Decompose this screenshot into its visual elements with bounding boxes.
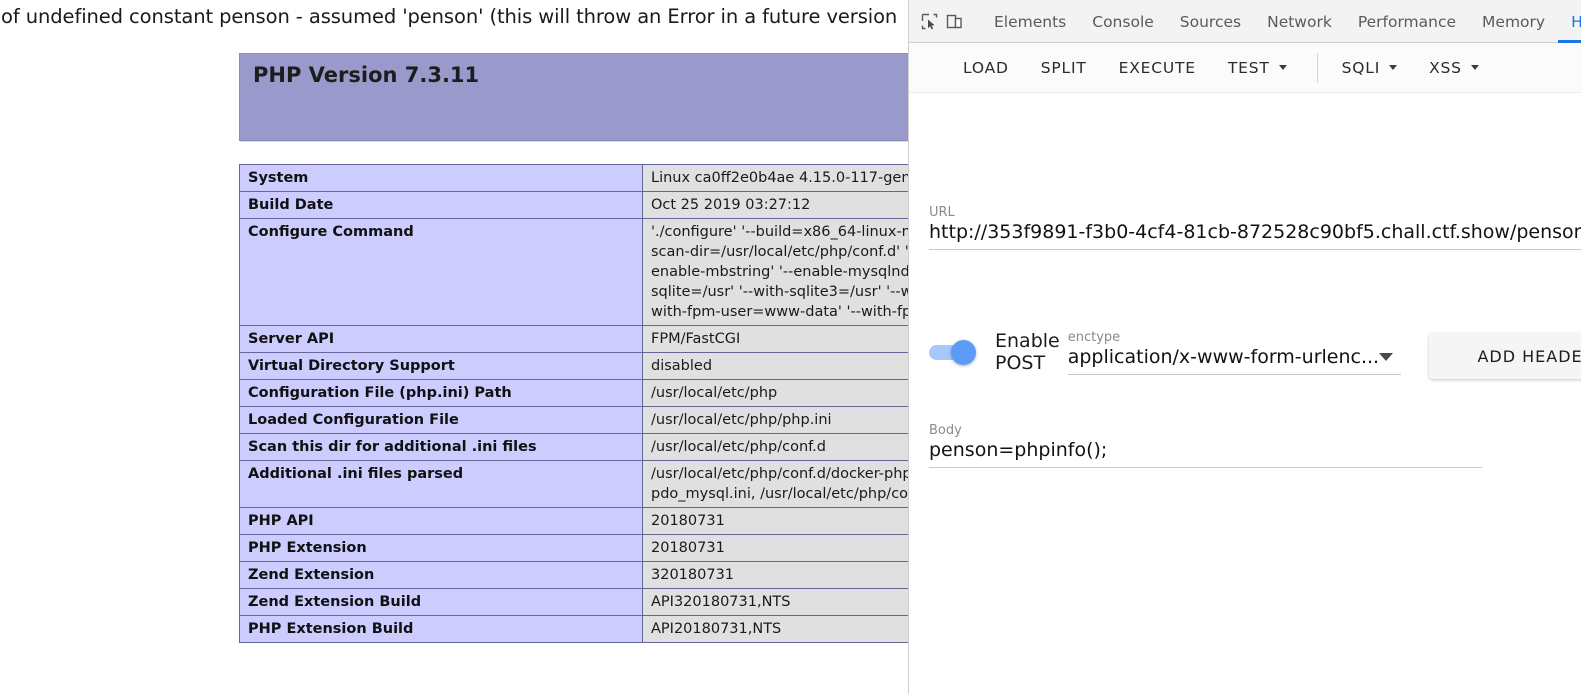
table-cell-value: 320180731	[642, 561, 908, 589]
browser-page-content: se of undefined constant penson - assume…	[0, 0, 908, 694]
table-cell-key: Server API	[239, 325, 643, 353]
hackbar-toolbar: LOAD SPLIT EXECUTE TEST SQLI XSS	[909, 43, 1581, 93]
tab-sources[interactable]: Sources	[1167, 0, 1254, 43]
chevron-down-icon	[1379, 352, 1394, 361]
chevron-down-icon	[1278, 65, 1287, 70]
table-row: Scan this dir for additional .ini files /…	[239, 433, 908, 461]
hackbar-execute-label: EXECUTE	[1118, 58, 1196, 77]
tab-performance[interactable]: Performance	[1345, 0, 1469, 43]
add-header-button[interactable]: ADD HEADER	[1429, 333, 1581, 379]
table-cell-value: /usr/local/etc/php/php.ini	[642, 406, 908, 434]
enctype-field-group: enctype application/x-www-form-urlenc...	[1067, 329, 1402, 375]
table-cell-key: Zend Extension Build	[239, 588, 643, 616]
hackbar-load-label: LOAD	[963, 58, 1009, 77]
url-input[interactable]: http://353f9891-f3b0-4cf4-81cb-872528c90…	[929, 221, 1581, 249]
table-cell-value: Linux ca0ff2e0b4ae 4.15.0-117-generic	[642, 164, 908, 192]
table-cell-value: FPM/FastCGI	[642, 325, 908, 353]
table-cell-key: Virtual Directory Support	[239, 352, 643, 380]
php-version-title: PHP Version 7.3.11	[253, 63, 480, 87]
devtools-tabbar: Elements Console Sources Network Performance…	[909, 0, 1581, 43]
table-cell-value: 20180731	[642, 507, 908, 535]
enctype-selected-value: application/x-www-form-urlenc...	[1067, 345, 1380, 368]
table-row: Build Date Oct 25 2019 03:27:12	[239, 191, 908, 219]
table-row: Loaded Configuration File/usr/local/etc/…	[239, 406, 908, 434]
enctype-field-underline	[1067, 373, 1402, 375]
screen-root: se of undefined constant penson - assume…	[0, 0, 1581, 694]
php-version-banner: PHP Version 7.3.11	[239, 53, 908, 141]
table-cell-key: Loaded Configuration File	[239, 406, 643, 434]
table-row: Zend Extension 320180731	[239, 561, 908, 589]
table-row: Zend Extension Build API320180731,NTS	[239, 588, 908, 616]
devtools-panel: Elements Console Sources Network Performance…	[908, 0, 1581, 694]
enctype-select[interactable]: application/x-www-form-urlenc...	[1068, 346, 1401, 374]
table-cell-value: 20180731	[642, 534, 908, 562]
toggle-thumb	[951, 340, 976, 365]
enable-post-toggle[interactable]	[929, 337, 981, 367]
table-row: PHP Extension Build API20180731,NTS	[239, 615, 908, 643]
table-cell-value: Oct 25 2019 03:27:12	[642, 191, 908, 219]
table-cell-key: Configure Command	[239, 218, 643, 326]
table-cell-key: Build Date	[239, 191, 643, 219]
table-cell-value: /usr/local/etc/php	[642, 379, 908, 407]
chevron-down-icon	[1389, 65, 1398, 70]
table-cell-key: PHP API	[239, 507, 643, 535]
chevron-down-icon	[1470, 65, 1479, 70]
tab-console[interactable]: Console	[1079, 0, 1167, 43]
table-cell-value: disabled	[642, 352, 908, 380]
body-field-label: Body	[929, 423, 962, 438]
hackbar-test-label: TEST	[1227, 58, 1270, 77]
table-row: Server API FPM/FastCGI	[239, 325, 908, 353]
tab-elements[interactable]: Elements	[981, 0, 1079, 43]
table-row: Virtual Directory Support disabled	[239, 352, 908, 380]
enctype-field-label: enctype	[1067, 329, 1121, 345]
body-input[interactable]: penson=phpinfo();	[929, 439, 1482, 467]
table-cell-value: /usr/local/etc/php/conf.d	[642, 433, 908, 461]
table-row: Additional .ini files parsed/usr/local/e…	[239, 460, 908, 508]
table-cell-key: Zend Extension	[239, 561, 643, 589]
table-row: SystemLinux ca0ff2e0b4ae 4.15.0-117-gene…	[239, 164, 908, 192]
body-field-underline	[929, 467, 1482, 468]
hackbar-sqli-menu[interactable]: SQLI	[1326, 51, 1413, 85]
url-field-label: URL	[929, 205, 955, 220]
enable-post-label: Enable POST	[995, 330, 1060, 374]
hackbar-test-menu[interactable]: TEST	[1212, 51, 1303, 85]
php-warning-notice: se of undefined constant penson - assume…	[0, 5, 898, 28]
url-field-group: URL http://353f9891-f3b0-4cf4-81cb-87252…	[929, 205, 1581, 250]
tab-network[interactable]: Network	[1254, 0, 1345, 43]
hackbar-xss-menu[interactable]: XSS	[1413, 51, 1495, 85]
table-cell-value: API320180731,NTS	[642, 588, 908, 616]
table-cell-key: Scan this dir for additional .ini files	[239, 433, 643, 461]
table-cell-value: /usr/local/etc/php/conf.d/docker-php- pd…	[642, 460, 908, 508]
hackbar-split-button[interactable]: SPLIT	[1025, 51, 1103, 85]
tab-hack[interactable]: Hack	[1558, 0, 1581, 43]
table-cell-key: Additional .ini files parsed	[239, 460, 643, 508]
hackbar-split-label: SPLIT	[1040, 58, 1087, 77]
table-cell-key: PHP Extension Build	[239, 615, 643, 643]
hackbar-sqli-label: SQLI	[1341, 58, 1381, 77]
hackbar-toolbar-divider	[1316, 52, 1318, 83]
table-row: PHP API 20180731	[239, 507, 908, 535]
url-field-underline	[929, 249, 1581, 250]
hackbar-xss-label: XSS	[1429, 58, 1462, 77]
body-field-group: Body penson=phpinfo();	[929, 423, 1482, 468]
add-header-label: ADD HEADER	[1477, 346, 1581, 366]
table-cell-key: PHP Extension	[239, 534, 643, 562]
inspect-element-icon[interactable]	[921, 7, 938, 35]
table-row: Configure Command './configure' '--build=…	[239, 218, 908, 326]
table-row: Configuration File (php.ini) Path/usr/lo…	[239, 379, 908, 407]
post-settings-row: Enable POST enctype application/x-www-fo…	[929, 329, 1581, 379]
hackbar-load-button[interactable]: LOAD	[947, 51, 1025, 85]
table-row: PHP Extension 20180731	[239, 534, 908, 562]
table-cell-key: Configuration File (php.ini) Path	[239, 379, 643, 407]
table-cell-key: System	[239, 164, 643, 192]
device-toolbar-icon[interactable]	[946, 7, 963, 35]
phpinfo-table: SystemLinux ca0ff2e0b4ae 4.15.0-117-gene…	[239, 164, 908, 643]
table-cell-value: API20180731,NTS	[642, 615, 908, 643]
tab-memory[interactable]: Memory	[1469, 0, 1558, 43]
table-cell-value: './configure' '--build=x86_64-linux-mu s…	[642, 218, 908, 326]
hackbar-execute-button[interactable]: EXECUTE	[1103, 51, 1212, 85]
